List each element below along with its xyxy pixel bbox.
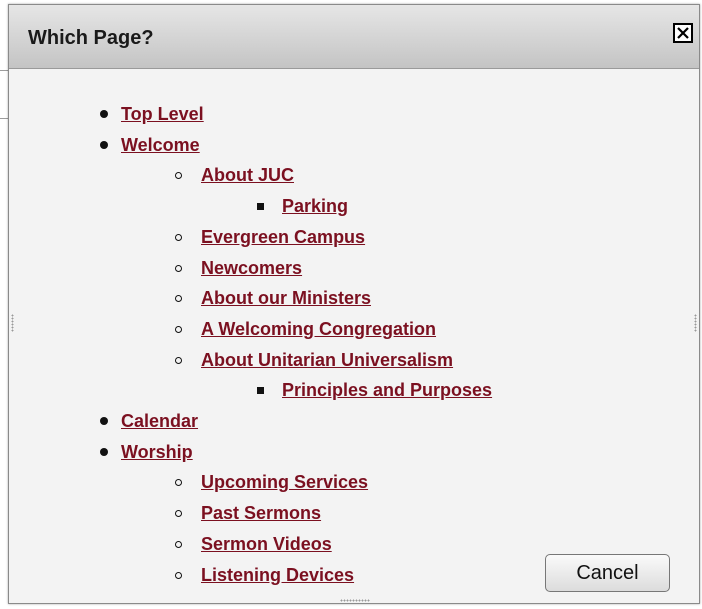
bullet-icon [175,356,182,364]
bullet-icon [175,172,182,180]
bullet-icon [100,417,108,425]
bullet-icon [100,140,108,149]
page-list-item: Parking [9,192,699,220]
resize-handle-bottom[interactable] [340,599,370,602]
page-tree: Top Level Welcome About JUC Parking Evergree… [9,69,699,603]
page-list-item: Calendar [9,407,699,435]
close-icon [677,27,689,39]
bullet-icon [175,233,182,241]
page-link[interactable]: Newcomers [201,254,302,282]
page-link[interactable]: A Welcoming Congregation [201,315,436,343]
page-link[interactable]: About JUC [201,161,294,189]
bullet-icon [100,447,108,456]
bullet-icon [175,325,182,333]
bullet-icon [257,387,264,395]
dialog-title: Which Page? [28,27,154,49]
bullet-icon [175,479,182,487]
page-link[interactable]: Calendar [121,407,198,435]
page-link[interactable]: About our Ministers [201,284,371,312]
page-list-item: Principles and Purposes [9,376,699,404]
page-link[interactable]: Evergreen Campus [201,223,365,251]
page-link[interactable]: Top Level [121,100,204,128]
page-link[interactable]: Parking [282,192,348,220]
bullet-icon [175,510,182,518]
dialog-titlebar[interactable]: Which Page? [9,5,699,69]
page-link[interactable]: Worship [121,438,193,466]
page-list-item: Upcoming Services [9,468,699,496]
page-link[interactable]: Past Sermons [201,499,321,527]
bullet-icon [175,540,182,548]
page-link[interactable]: Upcoming Services [201,468,368,496]
page-list-item: Top Level [9,100,699,128]
bullet-icon [175,571,182,579]
page-link[interactable]: Welcome [121,131,200,159]
page-link[interactable]: Listening Devices [201,561,354,589]
bullet-icon [100,110,108,118]
page-list-item: Past Sermons [9,499,699,527]
page-list-item: Worship [9,438,699,466]
page-link[interactable]: Principles and Purposes [282,376,492,404]
bullet-icon [175,264,182,272]
close-button[interactable] [673,23,693,43]
page-list-item: Evergreen Campus [9,223,699,251]
page-list-item: About Unitarian Universalism [9,346,699,374]
page-list-item: Newcomers [9,254,699,282]
page-list-item: About our Ministers [9,284,699,312]
bullet-icon [257,203,264,211]
resize-handle-right[interactable] [694,314,697,332]
page-link[interactable]: About Unitarian Universalism [201,346,453,374]
cancel-button[interactable]: Cancel [545,554,670,592]
page-list-item: A Welcoming Congregation [9,315,699,343]
page-list-item: Welcome [9,131,699,159]
page-list-item: About JUC [9,161,699,189]
page-link[interactable]: Sermon Videos [201,530,332,558]
which-page-dialog: Which Page? Top Level Welcome About JUC Par… [8,4,700,604]
resize-handle-left[interactable] [11,314,14,332]
bullet-icon [175,295,182,303]
